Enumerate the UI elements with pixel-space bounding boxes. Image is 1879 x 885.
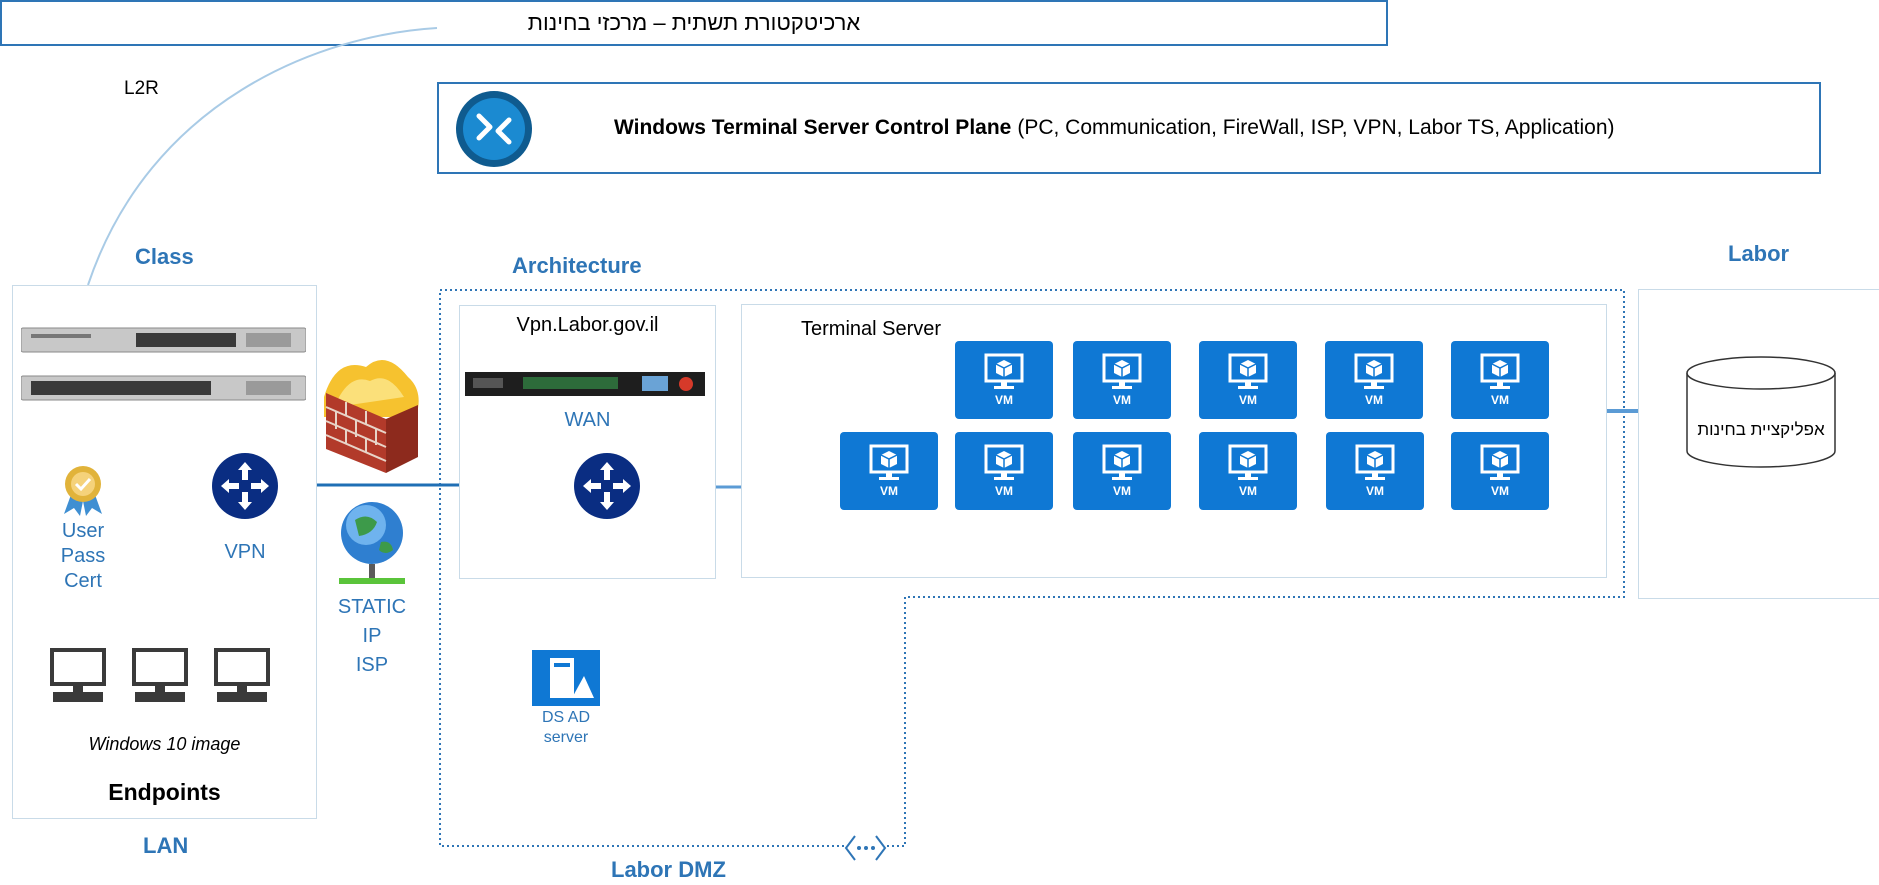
network-switch-icon: [20, 326, 307, 361]
vm-label: VM: [1113, 484, 1131, 498]
dmz-connector-icon: [844, 835, 887, 861]
vm-tile[interactable]: VM: [1326, 432, 1424, 510]
endpoints-title: Endpoints: [108, 779, 221, 805]
pc-icon: [131, 648, 189, 709]
pass-label: Pass: [60, 545, 106, 567]
pc-icon: [49, 648, 107, 709]
vm-tile[interactable]: VM: [1073, 432, 1171, 510]
vm-tile[interactable]: VM: [955, 341, 1053, 419]
control-plane-components: (PC, Communication, FireWall, ISP, VPN, …: [1017, 116, 1615, 139]
control-plane-text: Windows Terminal Server Control Plane (P…: [614, 84, 1809, 172]
vm-label: VM: [880, 484, 898, 498]
vpn-router-icon: [211, 452, 279, 525]
control-plane-title: Windows Terminal Server Control Plane: [614, 116, 1012, 139]
vm-label: VM: [1365, 393, 1383, 407]
class-label: Class: [135, 244, 194, 269]
remote-desktop-icon: [455, 90, 533, 173]
vpn-host-label: Vpn.Labor.gov.il: [516, 314, 659, 336]
certificate-icon: [60, 464, 106, 521]
vm-tile[interactable]: VM: [1451, 432, 1549, 510]
endpoints-panel: User Pass Cert VPN Windows 10 image Endp…: [12, 285, 317, 819]
windows-image-label: Windows 10 image: [88, 734, 241, 754]
vm-tile[interactable]: VM: [1073, 341, 1171, 419]
database-icon: [1685, 355, 1837, 476]
vm-label: VM: [1491, 484, 1509, 498]
ds-ad-label: DS AD: [541, 709, 590, 726]
vm-tile[interactable]: VM: [955, 432, 1053, 510]
exam-application-label: אפליקציית בחינות: [1697, 420, 1825, 439]
terminal-server-title: Terminal Server: [801, 318, 942, 340]
vm-label: VM: [1239, 393, 1257, 407]
vm-tile[interactable]: VM: [1199, 341, 1297, 419]
user-label: User: [61, 520, 105, 542]
wan-router-icon: [573, 452, 641, 525]
labor-label: Labor: [1728, 241, 1790, 266]
wan-label: WAN: [564, 409, 611, 431]
isp-isp-label: ISP: [355, 654, 389, 676]
network-switch-icon: [20, 374, 307, 409]
vm-label: VM: [1366, 484, 1384, 498]
globe-icon: [337, 500, 407, 593]
ds-ad-server-icon: [532, 650, 600, 711]
ds-ad-server-label: server: [543, 729, 589, 746]
vm-label: VM: [995, 484, 1013, 498]
vm-label: VM: [995, 393, 1013, 407]
labor-dmz-label: Labor DMZ: [611, 857, 726, 882]
firewall-icon: [316, 357, 426, 480]
lan-label: LAN: [143, 833, 189, 858]
vm-label: VM: [1113, 393, 1131, 407]
cert-label: Cert: [64, 570, 102, 592]
vpn-appliance-icon: [465, 372, 705, 403]
isp-static-label: STATIC: [337, 596, 407, 618]
isp-ip-label: IP: [362, 625, 382, 647]
architecture-label: Architecture: [512, 253, 642, 278]
vpn-label: VPN: [224, 541, 266, 563]
vm-tile[interactable]: VM: [1325, 341, 1423, 419]
vm-tile[interactable]: VM: [1451, 341, 1549, 419]
pc-icon: [213, 648, 271, 709]
vm-label: VM: [1239, 484, 1257, 498]
control-plane-box: Windows Terminal Server Control Plane (P…: [437, 82, 1821, 174]
vm-tile[interactable]: VM: [1199, 432, 1297, 510]
vm-tile[interactable]: VM: [840, 432, 938, 510]
l2r-label: L2R: [124, 78, 159, 99]
vm-label: VM: [1491, 393, 1509, 407]
vpn-gateway-panel: Vpn.Labor.gov.il WAN: [459, 305, 716, 579]
